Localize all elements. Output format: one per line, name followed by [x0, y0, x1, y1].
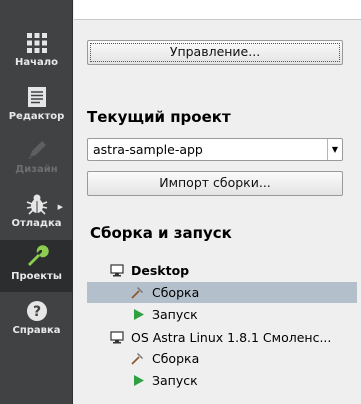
build-run-heading: Сборка и запуск: [90, 224, 232, 242]
build-label: Сборка: [152, 285, 200, 300]
chevron-down-icon[interactable]: ▼: [327, 139, 342, 160]
kit-row-desktop[interactable]: Desktop: [74, 260, 361, 281]
play-icon: [134, 309, 144, 320]
mode-label: Начало: [15, 57, 58, 68]
build-item-astra[interactable]: Сборка: [74, 348, 361, 369]
hammer-icon: [131, 353, 143, 365]
project-combo-value: astra-sample-app: [93, 142, 203, 157]
mode-editor[interactable]: Редактор: [0, 80, 73, 132]
monitor-icon: [110, 331, 124, 344]
build-label: Сборка: [152, 351, 200, 366]
mode-label: Проекты: [11, 271, 62, 282]
hammer-icon: [131, 287, 143, 299]
document-icon: [28, 87, 46, 107]
pencil-icon: [28, 141, 46, 159]
monitor-icon: [110, 264, 124, 277]
current-project-heading: Текущий проект: [87, 108, 231, 126]
top-strip: [74, 0, 361, 20]
run-label: Запуск: [152, 307, 198, 322]
run-label: Запуск: [152, 373, 198, 388]
mode-projects[interactable]: Проекты: [0, 240, 73, 292]
import-build-button[interactable]: Импорт сборки...: [87, 171, 343, 196]
run-item-astra[interactable]: Запуск: [74, 370, 361, 391]
help-icon: ?: [27, 301, 47, 321]
mode-label: Справка: [12, 325, 61, 336]
mode-debug[interactable]: ▶ Отладка: [0, 187, 73, 239]
mode-label: Редактор: [8, 111, 65, 122]
mode-welcome[interactable]: Начало: [0, 26, 73, 78]
kit-name: Desktop: [131, 263, 190, 278]
kit-name: OS Astra Linux 1.8.1 Смоленс...: [131, 330, 332, 345]
build-item-desktop[interactable]: Сборка: [87, 282, 357, 303]
expand-arrow-icon: ▶: [57, 203, 63, 211]
grid-icon: [27, 33, 47, 53]
project-combo[interactable]: astra-sample-app ▼: [87, 138, 343, 161]
manage-button[interactable]: Управление...: [87, 40, 343, 65]
mode-design: Дизайн: [0, 133, 73, 185]
mode-label: Дизайн: [15, 164, 58, 175]
projects-panel: Управление... Текущий проект astra-sampl…: [74, 21, 361, 404]
mode-label: Отладка: [11, 218, 62, 229]
play-icon: [134, 375, 144, 386]
kit-row-astra[interactable]: OS Astra Linux 1.8.1 Смоленс...: [74, 327, 361, 348]
mode-bar: Начало Редактор Дизайн ▶ Отладка Проекты…: [0, 0, 73, 404]
mode-help[interactable]: ? Справка: [0, 294, 73, 346]
bug-icon: [26, 194, 48, 215]
svg-text:?: ?: [33, 304, 41, 320]
run-item-desktop[interactable]: Запуск: [74, 304, 361, 325]
wrench-icon: [28, 245, 49, 266]
